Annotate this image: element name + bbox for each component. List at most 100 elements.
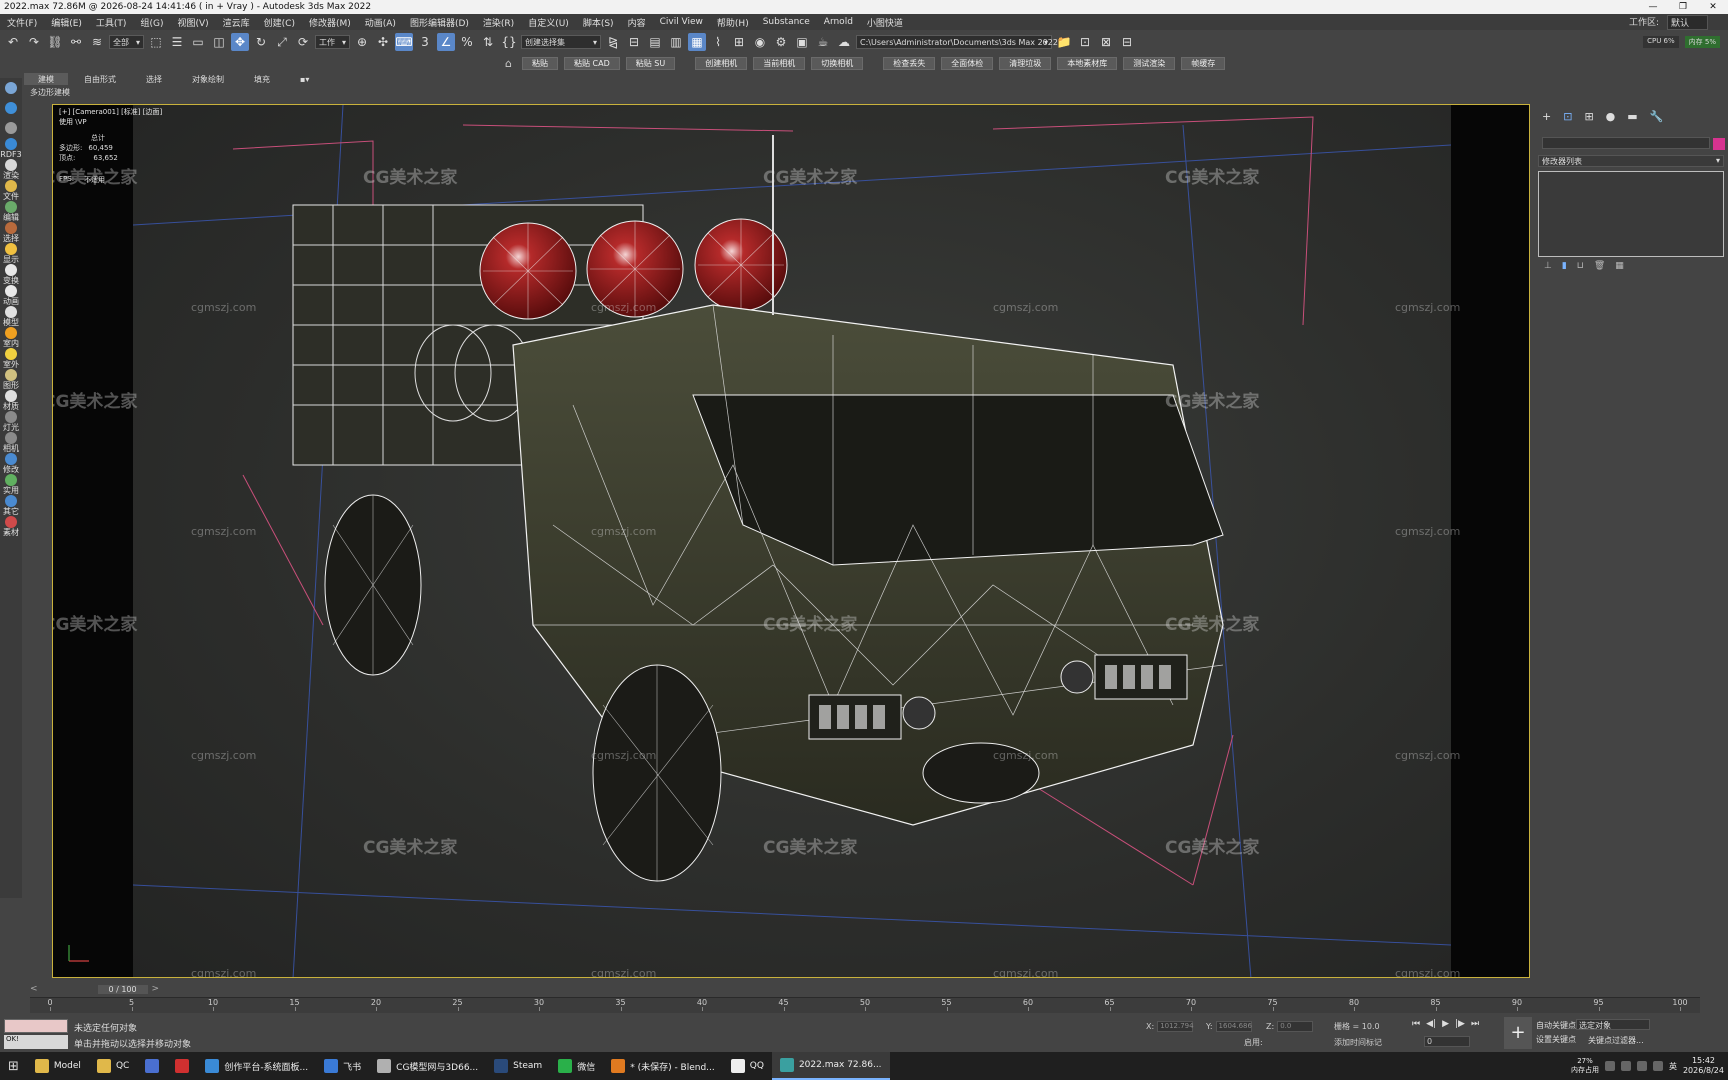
ribbon-tab-selection[interactable]: 选择 — [132, 73, 176, 85]
taskbar-app[interactable]: QC — [89, 1052, 137, 1080]
plugin-paste-su-button[interactable]: 粘贴 SU — [625, 56, 676, 70]
tray-icon[interactable] — [1652, 1061, 1663, 1071]
set-key-big-icon[interactable]: + — [1504, 1017, 1532, 1049]
taskbar-app[interactable] — [167, 1052, 197, 1080]
key-selection-dropdown[interactable]: 选定对象 — [1576, 1019, 1650, 1030]
maxscript-listener[interactable] — [4, 1019, 68, 1033]
left-strip-item[interactable]: 文件 — [0, 180, 22, 201]
left-strip-item[interactable]: 选择 — [0, 222, 22, 243]
render-teapot-icon[interactable]: ☕ — [814, 33, 832, 51]
plugin-current-camera-button[interactable]: 当前相机 — [753, 56, 806, 70]
plugin-full-check-button[interactable]: 全面体检 — [941, 56, 994, 70]
left-strip-item[interactable] — [0, 98, 22, 118]
curve-editor-icon[interactable]: ⌇ — [709, 33, 727, 51]
angle-snap-icon[interactable]: ∠ — [437, 33, 455, 51]
scale-icon[interactable]: ⤢ — [273, 33, 291, 51]
close-button[interactable]: ✕ — [1698, 2, 1728, 12]
plugin-paste-button[interactable]: 粘贴 — [522, 56, 558, 70]
percent-snap-icon[interactable]: % — [458, 33, 476, 51]
time-slider[interactable]: < 0 / 100 > — [30, 983, 1500, 995]
menu-edit[interactable]: 编辑(E) — [44, 16, 89, 29]
left-strip-item[interactable]: 室外 — [0, 348, 22, 369]
menu-substance[interactable]: Substance — [756, 17, 817, 27]
align-icon[interactable]: ⊟ — [625, 33, 643, 51]
project-path-dropdown[interactable]: C:\Users\Administrator\Documents\3ds Max… — [856, 35, 1058, 49]
ribbon-tab-object-paint[interactable]: 对象绘制 — [178, 73, 238, 85]
menu-arnold[interactable]: Arnold — [817, 17, 860, 27]
tray-icon[interactable] — [1604, 1061, 1615, 1071]
spinner-snap-icon[interactable]: ⇅ — [479, 33, 497, 51]
memory-usage[interactable]: 27% 内存占用 — [1571, 1057, 1599, 1075]
select-object-icon[interactable]: ⬚ — [147, 33, 165, 51]
move-icon[interactable]: ✥ — [231, 33, 249, 51]
play-icon[interactable]: ▶ — [1442, 1019, 1449, 1029]
ribbon-tab-freeform[interactable]: 自由形式 — [70, 73, 130, 85]
scene-explorer-icon[interactable]: ▥ — [667, 33, 685, 51]
place-icon[interactable]: ⟳ — [294, 33, 312, 51]
left-strip-item[interactable]: 材质 — [0, 390, 22, 411]
pivot-center-icon[interactable]: ⊕ — [353, 33, 371, 51]
left-strip-item[interactable]: 修改 — [0, 453, 22, 474]
link-icon[interactable]: ⛓ — [46, 33, 64, 51]
mirror-icon[interactable]: ⧎ — [604, 33, 622, 51]
menu-rendering[interactable]: 渲染(R) — [476, 16, 521, 29]
menu-views[interactable]: 视图(V) — [170, 16, 215, 29]
set-key-button[interactable]: 设置关键点 — [1536, 1033, 1576, 1047]
auto-key-button[interactable]: 自动关键点 — [1536, 1019, 1576, 1033]
workspace-dropdown[interactable]: 默认 — [1666, 14, 1708, 30]
show-end-result-icon[interactable]: ▮ — [1562, 261, 1567, 271]
taskbar-app[interactable]: Model — [27, 1052, 89, 1080]
modifier-list-dropdown[interactable]: 修改器列表 — [1538, 155, 1724, 167]
prev-frame-icon[interactable]: ◀| — [1426, 1019, 1436, 1029]
restore-button[interactable]: ❐ — [1668, 2, 1698, 12]
rotate-icon[interactable]: ↻ — [252, 33, 270, 51]
taskbar-app[interactable]: CG模型网与3D66... — [369, 1052, 486, 1080]
menu-modifiers[interactable]: 修改器(M) — [302, 16, 358, 29]
menu-xiaotu[interactable]: 小图快道 — [860, 16, 910, 29]
menu-file[interactable]: 文件(F) — [0, 16, 44, 29]
go-start-icon[interactable]: ⏮ — [1412, 1019, 1420, 1029]
left-strip-item[interactable]: 其它 — [0, 495, 22, 516]
rendered-frame-icon[interactable]: ▣ — [793, 33, 811, 51]
left-strip-item[interactable] — [0, 118, 22, 138]
left-strip-item[interactable]: 渲染 — [0, 159, 22, 180]
bind-spacewarp-icon[interactable]: ≋ — [88, 33, 106, 51]
edit-named-selection-icon[interactable]: {} — [500, 33, 518, 51]
left-strip-item[interactable] — [0, 78, 22, 98]
menu-renderlib[interactable]: 渲云库 — [216, 16, 257, 29]
tray-icon[interactable] — [1636, 1061, 1647, 1071]
modifier-stack[interactable] — [1538, 171, 1724, 257]
left-strip-item[interactable]: RDF3 — [0, 138, 22, 159]
taskbar-app[interactable]: * (未保存) - Blend... — [603, 1052, 723, 1080]
left-strip-item[interactable]: 实用 — [0, 474, 22, 495]
coord-x-field[interactable]: 1012.794 — [1157, 1021, 1194, 1032]
undo-icon[interactable]: ↶ — [4, 33, 22, 51]
object-name-field[interactable] — [1542, 137, 1725, 150]
plugin-create-camera-button[interactable]: 创建相机 — [695, 56, 748, 70]
left-strip-item[interactable]: 变换 — [0, 264, 22, 285]
left-strip-item[interactable]: 图形 — [0, 369, 22, 390]
taskbar-app[interactable]: 飞书 — [316, 1052, 369, 1080]
select-manipulate-icon[interactable]: ✣ — [374, 33, 392, 51]
camera-viewport[interactable]: [+] [Camera001] [标准] [边面] 使用 \VP 总计 多边形:… — [52, 104, 1530, 978]
menu-animation[interactable]: 动画(A) — [358, 16, 403, 29]
menu-tools[interactable]: 工具(T) — [89, 16, 134, 29]
ime-indicator[interactable]: 英 — [1669, 1061, 1677, 1072]
left-strip-item[interactable]: 编辑 — [0, 201, 22, 222]
window-crossing-icon[interactable]: ◫ — [210, 33, 228, 51]
ribbon-options-icon[interactable]: ▪▾ — [286, 73, 323, 85]
taskbar-app[interactable]: QQ — [723, 1052, 772, 1080]
left-strip-item[interactable]: 灯光 — [0, 411, 22, 432]
taskbar-app[interactable]: 创作平台-系统面板... — [197, 1052, 316, 1080]
menu-group[interactable]: 组(G) — [133, 16, 170, 29]
left-strip-item[interactable]: 显示 — [0, 243, 22, 264]
time-next-icon[interactable]: > — [152, 984, 160, 994]
make-unique-icon[interactable]: ⊔ — [1577, 261, 1584, 271]
display-tab-icon[interactable]: ▬ — [1627, 110, 1637, 123]
maxscript-output[interactable]: OK! — [4, 1035, 68, 1049]
key-filters-button[interactable]: 关键点过滤器... — [1588, 1035, 1644, 1046]
menu-content[interactable]: 内容 — [621, 16, 653, 29]
render-setup-icon[interactable]: ⚙ — [772, 33, 790, 51]
create-tab-icon[interactable]: + — [1542, 110, 1551, 123]
left-strip-item[interactable]: 相机 — [0, 432, 22, 453]
